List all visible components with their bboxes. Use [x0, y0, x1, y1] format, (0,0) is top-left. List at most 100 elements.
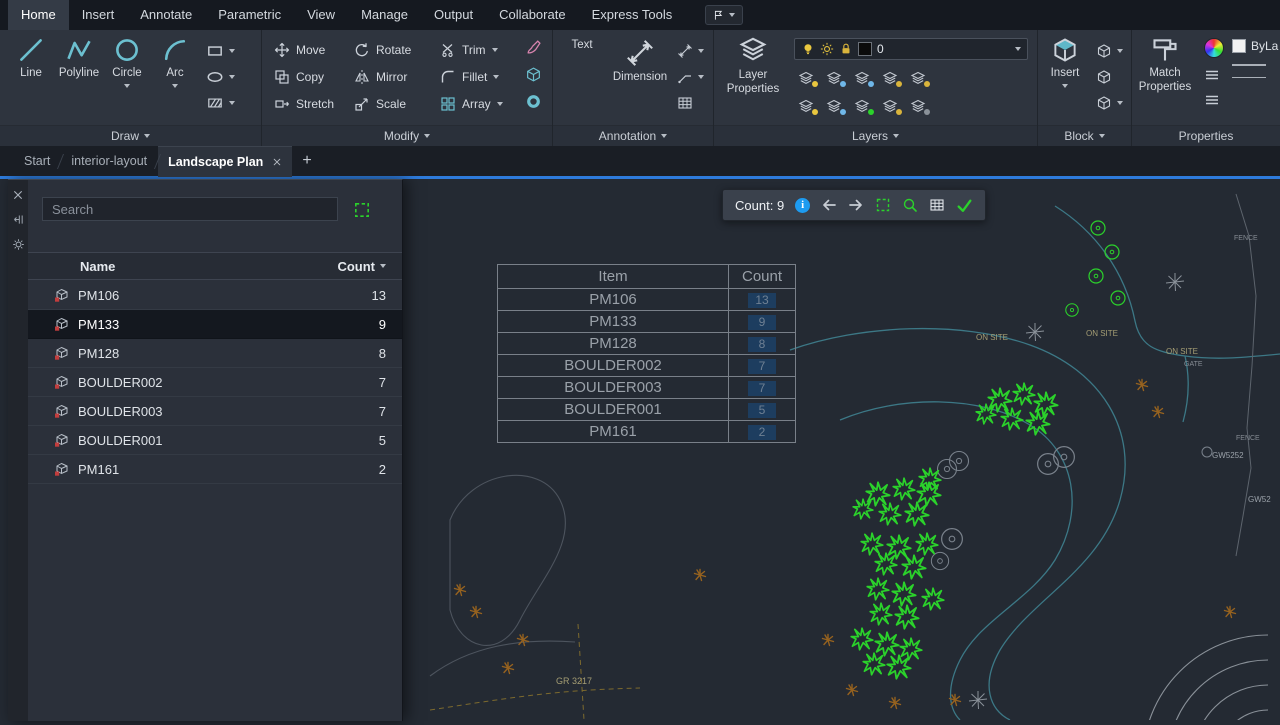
close-icon[interactable] [272, 157, 282, 167]
line-tool-button[interactable]: Line [8, 36, 54, 81]
block-panel-title[interactable]: Block [1038, 125, 1131, 146]
layer-thaw-button[interactable] [826, 98, 844, 114]
count-value-grip: 7 [748, 381, 776, 396]
patio-arcs [1143, 635, 1268, 720]
ribbon-display-options-button[interactable] [705, 5, 743, 25]
close-icon[interactable] [12, 189, 24, 201]
list-item-boulder001[interactable]: BOULDER0015 [28, 426, 402, 455]
layer-select-dropdown[interactable]: 0 [794, 38, 1028, 60]
zoom-to-selection-button[interactable] [902, 197, 918, 213]
count-selection-button[interactable] [350, 198, 374, 222]
hatch-tool-button[interactable] [206, 90, 235, 116]
finish-count-check-button[interactable] [956, 197, 973, 214]
rectangle-tool-button[interactable] [206, 38, 235, 64]
layer-lock-all-button[interactable] [882, 98, 900, 114]
flag-icon [713, 10, 724, 21]
chevron-down-icon [493, 75, 499, 79]
table-button[interactable] [677, 90, 704, 116]
info-icon[interactable] [795, 198, 810, 213]
list-item-pm106[interactable]: PM10613 [28, 281, 402, 310]
copy-tool-button[interactable]: Copy [274, 64, 354, 90]
insert-block-button[interactable]: Insert [1042, 36, 1088, 88]
dimension-style-button[interactable] [677, 38, 704, 64]
list-item-pm161[interactable]: PM1612 [28, 455, 402, 484]
list-item-boulder002[interactable]: BOULDER0027 [28, 368, 402, 397]
edit-block-button[interactable] [1096, 64, 1123, 90]
layers-panel-title[interactable]: Layers [714, 125, 1037, 146]
offset-donut-icon[interactable] [525, 93, 542, 110]
rotate-icon [354, 42, 370, 58]
ellipse-tool-button[interactable] [206, 64, 235, 90]
gear-icon[interactable] [12, 238, 25, 251]
insert-count-table-button[interactable] [929, 197, 945, 213]
layer-lock-button[interactable] [882, 70, 900, 86]
fillet-tool-button[interactable]: Fillet [440, 64, 516, 90]
search-input[interactable] [42, 197, 338, 221]
ribbon-tab-express-tools[interactable]: Express Tools [579, 0, 686, 30]
modify-extra-tools [525, 39, 542, 110]
ribbon-tab-manage[interactable]: Manage [348, 0, 421, 30]
lineweight-dropdown[interactable] [1232, 64, 1278, 66]
linetype-list-icon[interactable] [1204, 67, 1220, 83]
color-wheel-icon[interactable] [1204, 38, 1224, 58]
arc-tool-button[interactable]: Arc [152, 36, 198, 88]
annotation-panel-title[interactable]: Annotation [553, 125, 713, 146]
draw-panel-title[interactable]: Draw [0, 125, 261, 146]
ribbon-tab-parametric[interactable]: Parametric [205, 0, 294, 30]
layer-properties-button[interactable]: LayerProperties [722, 36, 784, 96]
layer-match-button[interactable] [910, 98, 928, 114]
layer-on-bulb-icon [801, 42, 815, 56]
lineweight-list-icon[interactable] [1204, 92, 1220, 108]
layer-on-all-button[interactable] [798, 98, 816, 114]
layer-color-swatch [858, 42, 872, 56]
chevron-down-icon [229, 75, 235, 79]
list-item-pm128[interactable]: PM1288 [28, 339, 402, 368]
layer-unisolate-button[interactable] [854, 98, 872, 114]
select-counted-objects-button[interactable] [875, 197, 891, 213]
move-tool-button[interactable]: Move [274, 37, 354, 63]
circle-tool-button[interactable]: Circle [104, 36, 150, 88]
ribbon-tab-annotate[interactable]: Annotate [127, 0, 205, 30]
ribbon-tab-output[interactable]: Output [421, 0, 486, 30]
file-tab-landscape-plan[interactable]: Landscape Plan [158, 146, 292, 177]
rotate-tool-button[interactable]: Rotate [354, 37, 440, 63]
layer-off-button[interactable] [798, 70, 816, 86]
file-tab-interior-layout[interactable]: interior-layout [61, 146, 157, 176]
scale-tool-button[interactable]: Scale [354, 91, 440, 117]
drawing-label-gw5252: GW5252 [1212, 451, 1244, 460]
text-tool-button[interactable]: Text [561, 36, 603, 53]
array-tool-button[interactable]: Array [440, 91, 516, 117]
erase-brush-icon[interactable] [525, 39, 542, 56]
auto-hide-pin-icon[interactable] [12, 213, 25, 226]
new-drawing-tab-button[interactable]: + [292, 152, 321, 170]
properties-panel-title[interactable]: Properties [1132, 125, 1280, 146]
layer-isolate-button[interactable] [826, 70, 844, 86]
chevron-down-icon [229, 49, 235, 53]
ribbon-tab-insert[interactable]: Insert [69, 0, 128, 30]
previous-instance-button[interactable] [821, 197, 837, 213]
linetype-dropdown[interactable] [1232, 77, 1278, 78]
polyline-tool-button[interactable]: Polyline [56, 36, 102, 81]
dimension-tool-button[interactable]: Dimension [609, 36, 671, 85]
stretch-tool-button[interactable]: Stretch [274, 91, 354, 117]
layer-freeze-button[interactable] [854, 70, 872, 86]
block-attributes-button[interactable] [1096, 90, 1123, 116]
leader-button[interactable] [677, 64, 704, 90]
ribbon-tab-view[interactable]: View [294, 0, 348, 30]
explode-cube-icon[interactable] [525, 66, 542, 83]
list-item-boulder003[interactable]: BOULDER0037 [28, 397, 402, 426]
trim-tool-button[interactable]: Trim [440, 37, 516, 63]
mirror-tool-button[interactable]: Mirror [354, 64, 440, 90]
modify-panel-title[interactable]: Modify [262, 125, 552, 146]
file-tab-start[interactable]: Start [14, 146, 60, 176]
next-instance-button[interactable] [848, 197, 864, 213]
create-block-button[interactable] [1096, 38, 1123, 64]
object-color-dropdown[interactable]: ByLa [1232, 39, 1278, 53]
column-header-count[interactable]: Count [337, 259, 386, 274]
layer-unlock-button[interactable] [910, 70, 928, 86]
ribbon-tab-collaborate[interactable]: Collaborate [486, 0, 579, 30]
ribbon-tab-home[interactable]: Home [8, 0, 69, 30]
match-properties-button[interactable]: MatchProperties [1134, 36, 1196, 94]
column-header-name[interactable]: Name [80, 259, 115, 274]
list-item-pm133[interactable]: PM1339 [28, 310, 402, 339]
